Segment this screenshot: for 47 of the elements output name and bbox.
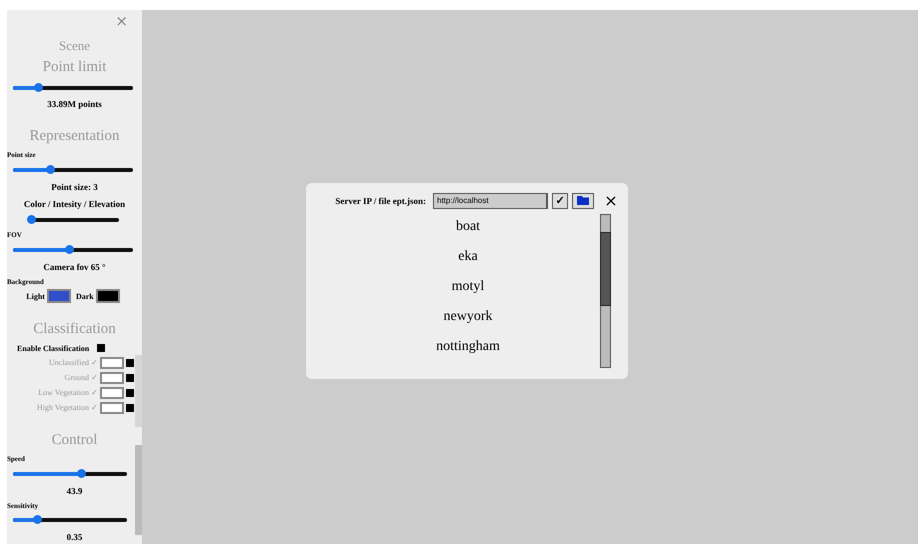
value-text: Color / Intesity / Elevation: [22, 198, 126, 211]
value-text: 0.35: [66, 531, 84, 544]
swatch-label: Light: [26, 292, 45, 301]
class-label: Low Vegetation ✓: [38, 388, 98, 398]
list-item[interactable]: eka: [454, 242, 482, 272]
color-swatch[interactable]: [100, 402, 124, 414]
scrollbar-thumb[interactable]: [135, 445, 142, 535]
color-swatch[interactable]: [96, 289, 120, 304]
list-item[interactable]: boat: [452, 212, 484, 242]
color-swatch[interactable]: [100, 386, 124, 399]
folder-icon: [577, 196, 589, 205]
checkbox[interactable]: [97, 344, 106, 352]
slider[interactable]: [13, 248, 133, 252]
slider[interactable]: [13, 518, 127, 522]
close-button[interactable]: ×: [604, 191, 618, 210]
slider[interactable]: [13, 86, 133, 90]
value-text: Camera fov 65 °: [42, 260, 107, 274]
field-label: Server IP / file ept.json:: [335, 196, 426, 206]
confirm-button[interactable]: ✓: [552, 192, 568, 208]
class-label: High Vegetation ✓: [36, 403, 98, 412]
scrollbar-thumb[interactable]: [600, 232, 611, 306]
slider[interactable]: [13, 168, 133, 172]
checkbox[interactable]: [126, 404, 134, 412]
section-heading: Control: [50, 431, 98, 450]
panel-heading: Scene: [58, 37, 92, 55]
list-item[interactable]: motyl: [448, 272, 488, 302]
slider[interactable]: [13, 472, 127, 476]
list-item[interactable]: newyork: [440, 302, 496, 332]
swatch-label: Dark: [76, 292, 94, 301]
checkbox[interactable]: [126, 388, 134, 397]
class-label: Ground ✓: [64, 373, 98, 382]
class-label: Unclassified ✓: [49, 358, 98, 368]
list-item[interactable]: nottingham: [432, 332, 504, 362]
section-heading: Point limit: [42, 58, 108, 77]
checkbox[interactable]: [126, 374, 134, 382]
color-swatch[interactable]: [46, 289, 71, 304]
color-swatch[interactable]: [100, 356, 124, 369]
toggle-label: Enable Classification: [17, 344, 90, 353]
section-heading: Classification: [32, 320, 117, 339]
server-field[interactable]: http://localhost: [433, 192, 548, 208]
value-text: 33.89M points: [46, 98, 103, 112]
checkbox[interactable]: [126, 358, 134, 367]
folder-button[interactable]: [572, 192, 594, 208]
section-heading: Representation: [28, 127, 120, 146]
color-swatch[interactable]: [100, 372, 124, 384]
value-text: 43.9: [66, 484, 84, 498]
value-text: Point size: 3: [50, 180, 99, 194]
